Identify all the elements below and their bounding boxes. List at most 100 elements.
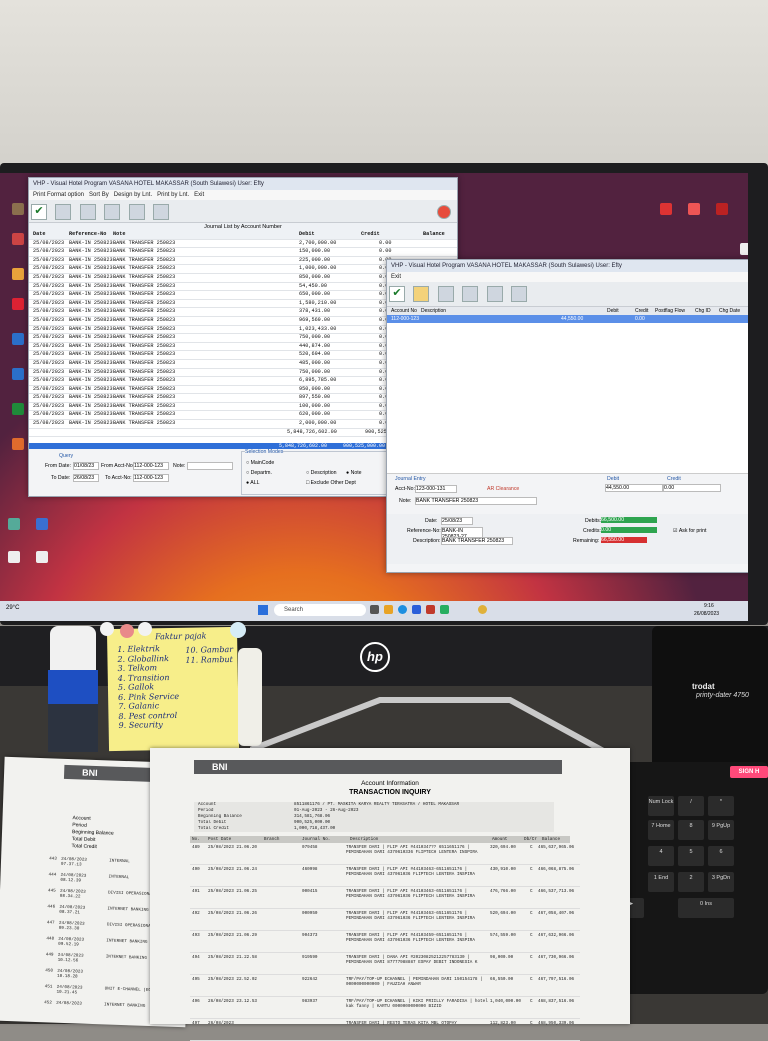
note-input[interactable]: BANK TRANSFER 250823 bbox=[415, 497, 537, 505]
taskbar-search[interactable]: Search bbox=[274, 604, 366, 616]
toolbar-icon[interactable] bbox=[128, 204, 145, 220]
taskbar-app-icon[interactable] bbox=[412, 605, 421, 614]
toolbar-icon[interactable] bbox=[55, 204, 72, 220]
col-postflag[interactable]: Postflag Flow bbox=[655, 307, 685, 315]
toolbar-icon[interactable] bbox=[462, 286, 479, 302]
key-num8[interactable]: 8 bbox=[678, 820, 704, 840]
menu-print-by[interactable]: Print by Lnt. bbox=[157, 192, 189, 198]
key-num2[interactable]: 2 bbox=[678, 872, 704, 892]
confirm-icon[interactable]: ✔ bbox=[31, 204, 47, 220]
key-num0-ins[interactable]: 0 Ins bbox=[678, 898, 734, 918]
cell-note: BANK TRANSFER 250823 bbox=[113, 342, 176, 349]
desktop-file-icon[interactable] bbox=[36, 551, 48, 563]
key-num6[interactable]: 6 bbox=[708, 846, 734, 866]
toolbar-icon[interactable] bbox=[79, 204, 96, 220]
desktop-app-icon[interactable] bbox=[12, 203, 24, 215]
desktop-app-icon[interactable] bbox=[12, 368, 24, 380]
key-multiply[interactable]: * bbox=[708, 796, 734, 816]
taskbar-date[interactable]: 26/08/2023 bbox=[694, 611, 719, 617]
key-num-lock[interactable]: Num Lock bbox=[648, 796, 674, 816]
edge-browser-icon[interactable] bbox=[398, 605, 407, 614]
col-description[interactable]: Description bbox=[421, 307, 446, 315]
menu-print-format[interactable]: Print Format option bbox=[33, 192, 84, 198]
toolbar-icon[interactable] bbox=[511, 286, 528, 302]
from-acct-input[interactable]: 112-000-123 bbox=[133, 462, 169, 470]
key-num4[interactable]: 4 bbox=[648, 846, 674, 866]
desktop-app-icon[interactable] bbox=[688, 203, 700, 215]
key-num1[interactable]: 1 End bbox=[648, 872, 674, 892]
col-debit[interactable]: Debit bbox=[607, 307, 619, 315]
chrome-browser-icon[interactable] bbox=[478, 605, 487, 614]
note-input[interactable] bbox=[187, 462, 233, 470]
col-credit[interactable]: Credit bbox=[635, 307, 648, 315]
debit-input[interactable]: 44,550.00 bbox=[605, 484, 663, 492]
cell-debit: 100,000.00 bbox=[299, 402, 331, 409]
delete-icon[interactable] bbox=[486, 286, 503, 302]
close-icon[interactable] bbox=[437, 205, 451, 219]
col-chg-id[interactable]: Chg ID bbox=[695, 307, 711, 315]
col-debit[interactable]: Debit bbox=[299, 231, 315, 239]
toolbar-icon[interactable] bbox=[437, 286, 454, 302]
desktop-app-icon[interactable] bbox=[660, 203, 672, 215]
acct-no-input[interactable]: 123-000-131 bbox=[415, 485, 457, 493]
menu-exit[interactable]: Exit bbox=[194, 192, 204, 198]
desktop-app-icon[interactable] bbox=[716, 203, 728, 215]
to-acct-input[interactable]: 112-000-123 bbox=[133, 474, 169, 482]
desktop-app-icon[interactable] bbox=[12, 233, 24, 245]
col-date[interactable]: Date bbox=[33, 231, 45, 239]
col-chg-date[interactable]: Chg Date bbox=[719, 307, 740, 315]
statement-desc: TRANSFER DARI | DANA API #20230825212257… bbox=[346, 955, 478, 965]
radio-maincode[interactable]: ○ MainCode bbox=[246, 460, 274, 466]
taskbar-app-icon[interactable] bbox=[440, 605, 449, 614]
desktop-app-icon[interactable] bbox=[12, 268, 24, 280]
print-icon[interactable] bbox=[153, 204, 170, 220]
desktop-app-icon[interactable] bbox=[8, 518, 20, 530]
desktop-app-icon[interactable] bbox=[36, 518, 48, 530]
key-num9[interactable]: 9 PgUp bbox=[708, 820, 734, 840]
preview-icon[interactable] bbox=[104, 204, 121, 220]
col-ref[interactable]: Reference-No bbox=[69, 231, 106, 239]
windows-start-icon[interactable] bbox=[258, 605, 268, 615]
desktop-app-icon[interactable] bbox=[12, 403, 24, 415]
to-date-input[interactable]: 26/08/23 bbox=[73, 474, 99, 482]
menu-sort-by[interactable]: Sort By bbox=[89, 192, 109, 198]
key-num7[interactable]: 7 Home bbox=[648, 820, 674, 840]
ask-for-print-checkbox[interactable]: ☑ Ask for print bbox=[673, 528, 707, 534]
confirm-icon[interactable]: ✔ bbox=[389, 286, 405, 302]
desktop-file-icon[interactable] bbox=[8, 551, 20, 563]
menu-design-by[interactable]: Design by Lnt. bbox=[114, 192, 152, 198]
key-num3[interactable]: 3 PgDn bbox=[708, 872, 734, 892]
radio-departm[interactable]: ○ Departm. bbox=[246, 470, 272, 476]
from-date-input[interactable]: 01/08/23 bbox=[73, 462, 99, 470]
statement-date: 25/08/2023 21.22.58 bbox=[208, 955, 257, 960]
journal-row[interactable]: 25/08/2023 BANK-IN 250823 BANK TRANSFER 25… bbox=[29, 248, 457, 257]
radio-note[interactable]: ● Note bbox=[346, 470, 362, 476]
entry-no: 448 bbox=[46, 936, 55, 942]
description-input[interactable]: BANK TRANSFER 250823 bbox=[441, 537, 513, 545]
weather-text[interactable]: 29°C bbox=[6, 605, 19, 611]
col-balance[interactable]: Balance bbox=[423, 231, 445, 239]
exclude-other-dept-checkbox[interactable]: □ Exclude Other Dept bbox=[306, 480, 356, 486]
taskbar-app-icon[interactable] bbox=[426, 605, 435, 614]
note-label: Note: bbox=[173, 463, 186, 469]
file-explorer-icon[interactable] bbox=[384, 605, 393, 614]
taskbar-app-icon[interactable] bbox=[370, 605, 379, 614]
selected-entry-row[interactable]: 112-000-123 44,550.00 0.00 bbox=[387, 315, 748, 323]
key-num5[interactable]: 5 bbox=[678, 846, 704, 866]
desktop-file-icon[interactable] bbox=[740, 243, 748, 255]
col-credit[interactable]: Credit bbox=[361, 231, 380, 239]
credit-input[interactable]: 0.00 bbox=[663, 484, 721, 492]
radio-description[interactable]: ○ Description bbox=[306, 470, 337, 476]
desktop-app-icon[interactable] bbox=[12, 438, 24, 450]
help-icon[interactable] bbox=[413, 286, 430, 302]
desktop-app-icon[interactable] bbox=[12, 298, 24, 310]
key-divide[interactable]: / bbox=[678, 796, 704, 816]
desktop-app-icon[interactable] bbox=[12, 333, 24, 345]
menu-exit[interactable]: Exit bbox=[387, 272, 748, 282]
col-note[interactable]: Note bbox=[113, 231, 125, 239]
taskbar-time[interactable]: 9:16 bbox=[704, 603, 714, 609]
date-input[interactable]: 25/08/23 bbox=[441, 517, 473, 525]
col-account-no[interactable]: Account No bbox=[391, 307, 417, 315]
journal-row[interactable]: 25/08/2023 BANK-IN 250823 BANK TRANSFER 25… bbox=[29, 240, 457, 249]
radio-all[interactable]: ● ALL bbox=[246, 480, 260, 486]
